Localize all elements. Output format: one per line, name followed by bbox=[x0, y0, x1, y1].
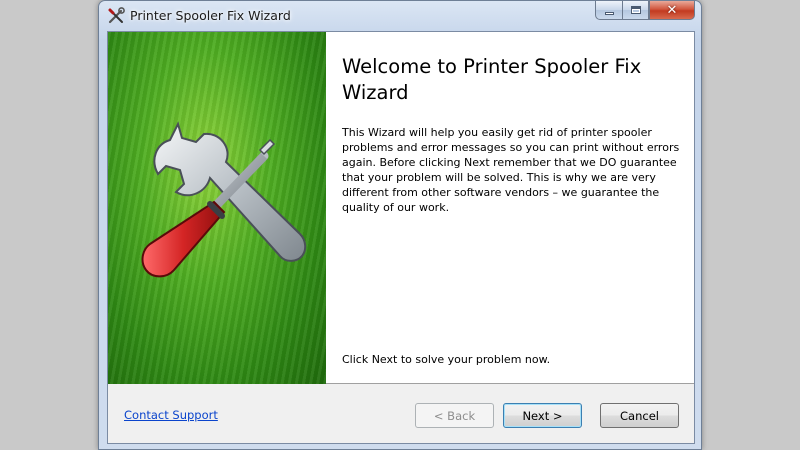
instruction-text: Click Next to solve your problem now. bbox=[342, 353, 551, 366]
maximize-button[interactable] bbox=[622, 1, 649, 20]
cancel-button[interactable]: Cancel bbox=[600, 403, 679, 428]
page-heading: Welcome to Printer Spooler Fix Wizard bbox=[342, 55, 642, 104]
wizard-content: Welcome to Printer Spooler Fix Wizard Th… bbox=[108, 32, 694, 384]
minimize-button[interactable] bbox=[595, 1, 622, 20]
minimize-icon bbox=[604, 11, 614, 15]
wizard-banner bbox=[108, 32, 326, 384]
close-button[interactable]: ✕ bbox=[649, 1, 695, 20]
contact-support-link[interactable]: Contact Support bbox=[124, 408, 218, 422]
maximize-icon bbox=[630, 6, 641, 14]
caption-buttons: ✕ bbox=[595, 1, 695, 20]
tools-icon bbox=[107, 7, 125, 25]
wrench-screwdriver-illustration bbox=[141, 121, 307, 278]
next-button[interactable]: Next > bbox=[503, 403, 582, 428]
window-title: Printer Spooler Fix Wizard bbox=[130, 8, 291, 23]
close-icon: ✕ bbox=[666, 2, 678, 18]
wizard-client-area: Welcome to Printer Spooler Fix Wizard Th… bbox=[107, 31, 695, 444]
description-text: This Wizard will help you easily get rid… bbox=[342, 126, 680, 214]
wizard-window: Printer Spooler Fix Wizard ✕ Welcome to … bbox=[98, 0, 702, 450]
back-button[interactable]: < Back bbox=[415, 403, 494, 428]
title-bar[interactable]: Printer Spooler Fix Wizard ✕ bbox=[99, 1, 701, 31]
